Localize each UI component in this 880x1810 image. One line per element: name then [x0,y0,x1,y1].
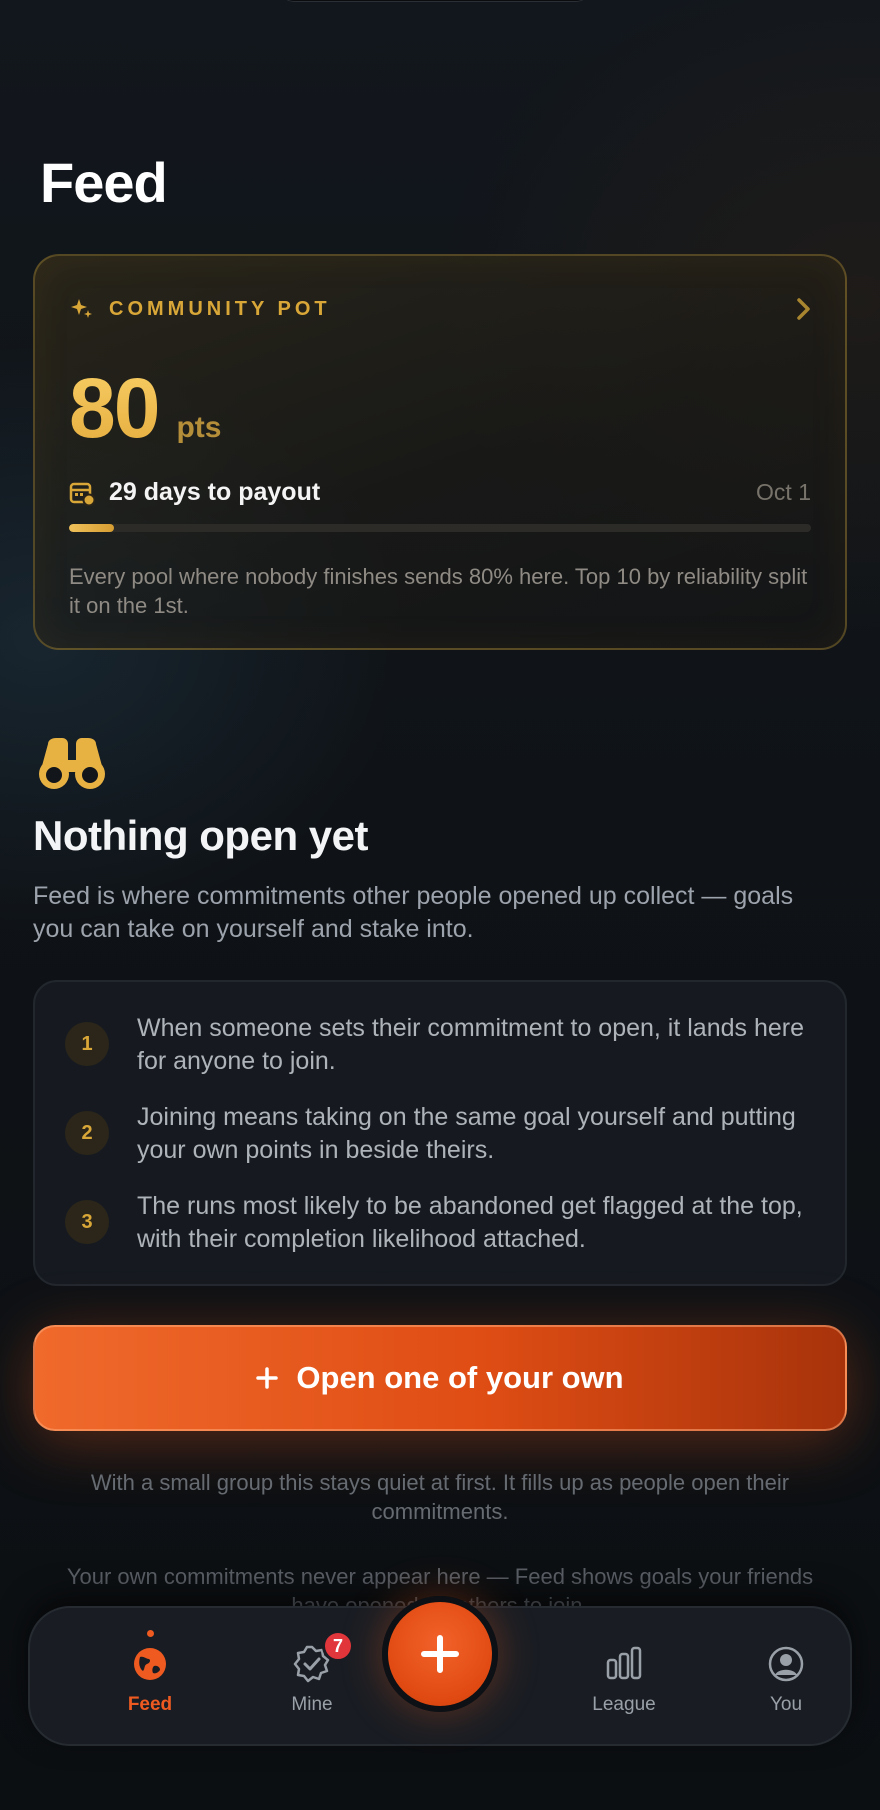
pot-value: 80 [69,361,160,455]
notification-badge: 7 [322,1630,354,1662]
open-own-commitment-button[interactable]: Open one of your own [33,1325,847,1431]
device-notch [280,0,590,2]
step-text: When someone sets their commitment to op… [137,1014,804,1075]
nav-label: Feed [127,1694,173,1715]
step-number: 3 [65,1200,109,1244]
nav-item-feed[interactable]: Feed [90,1630,210,1716]
empty-state-description: Feed is where commitments other people o… [33,882,794,943]
pot-note: Every pool where nobody finishes sends 8… [69,564,808,618]
quiet-feed-note: With a small group this stays quiet at f… [90,1470,790,1524]
plus-icon [421,1635,459,1673]
bar-chart-icon [606,1646,642,1680]
plus-icon [256,1367,279,1389]
nav-item-mine[interactable]: 7 Mine [252,1630,372,1716]
payout-date: Oct 1 [756,479,811,505]
nav-label: You [769,1694,803,1715]
nav-label: Mine [291,1694,333,1715]
binoculars-icon [39,738,105,789]
step-item: 2 Joining means taking on the same goal … [65,1101,825,1167]
step-item: 1 When someone sets their commitment to … [65,1012,825,1078]
how-it-works-card: 1 When someone sets their commitment to … [33,980,847,1286]
payout-progress-fill [69,524,114,532]
pot-header: COMMUNITY POT [69,296,331,322]
step-text: The runs most likely to be abandoned get… [137,1192,803,1253]
active-indicator [147,1630,154,1637]
nav-item-league[interactable]: League [564,1644,684,1716]
chevron-right-icon[interactable] [793,294,815,324]
payout-countdown: 29 days to payout [109,478,321,506]
globe-icon [134,1648,166,1680]
community-pot-card[interactable]: COMMUNITY POT 80 pts 29 days to payout O… [33,254,847,650]
step-item: 3 The runs most likely to be abandoned g… [65,1190,825,1256]
step-number: 1 [65,1022,109,1066]
pot-label: COMMUNITY POT [109,297,331,320]
page-title: Feed [40,151,168,214]
empty-state-title: Nothing open yet [33,812,368,859]
user-circle-icon [768,1646,804,1682]
calendar-icon [69,482,95,506]
step-number: 2 [65,1111,109,1155]
pot-amount: 80 pts [69,360,221,457]
step-text: Joining means taking on the same goal yo… [137,1103,796,1164]
nav-item-you[interactable]: You [726,1644,846,1716]
open-button-label: Open one of your own [296,1360,624,1395]
nav-label: League [592,1694,656,1715]
payout-progress-bar [69,524,811,532]
payout-row: 29 days to payout Oct 1 [69,478,811,507]
create-commitment-button[interactable] [382,1596,498,1712]
sparkle-icon [71,299,92,318]
pot-unit: pts [176,411,222,444]
